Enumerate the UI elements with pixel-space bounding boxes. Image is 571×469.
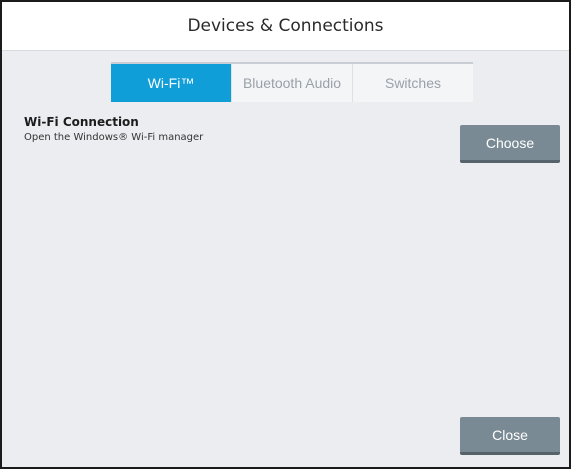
setting-heading: Wi-Fi Connection (24, 115, 139, 129)
dialog-title: Devices & Connections (187, 16, 384, 36)
title-bar: Devices & Connections (2, 2, 569, 51)
tab-bluetooth-audio[interactable]: Bluetooth Audio (232, 64, 353, 102)
tab-bar: Wi-Fi™ Bluetooth Audio Switches (111, 62, 473, 102)
tab-wifi[interactable]: Wi-Fi™ (111, 64, 232, 102)
devices-connections-dialog: Devices & Connections Wi-Fi™ Bluetooth A… (0, 0, 571, 469)
close-button[interactable]: Close (460, 417, 560, 455)
tab-switches[interactable]: Switches (353, 64, 473, 102)
setting-description: Open the Windows® Wi-Fi manager (24, 132, 204, 143)
choose-button[interactable]: Choose (460, 125, 560, 163)
wifi-connection-setting: Wi-Fi Connection Open the Windows® Wi-Fi… (24, 115, 203, 143)
